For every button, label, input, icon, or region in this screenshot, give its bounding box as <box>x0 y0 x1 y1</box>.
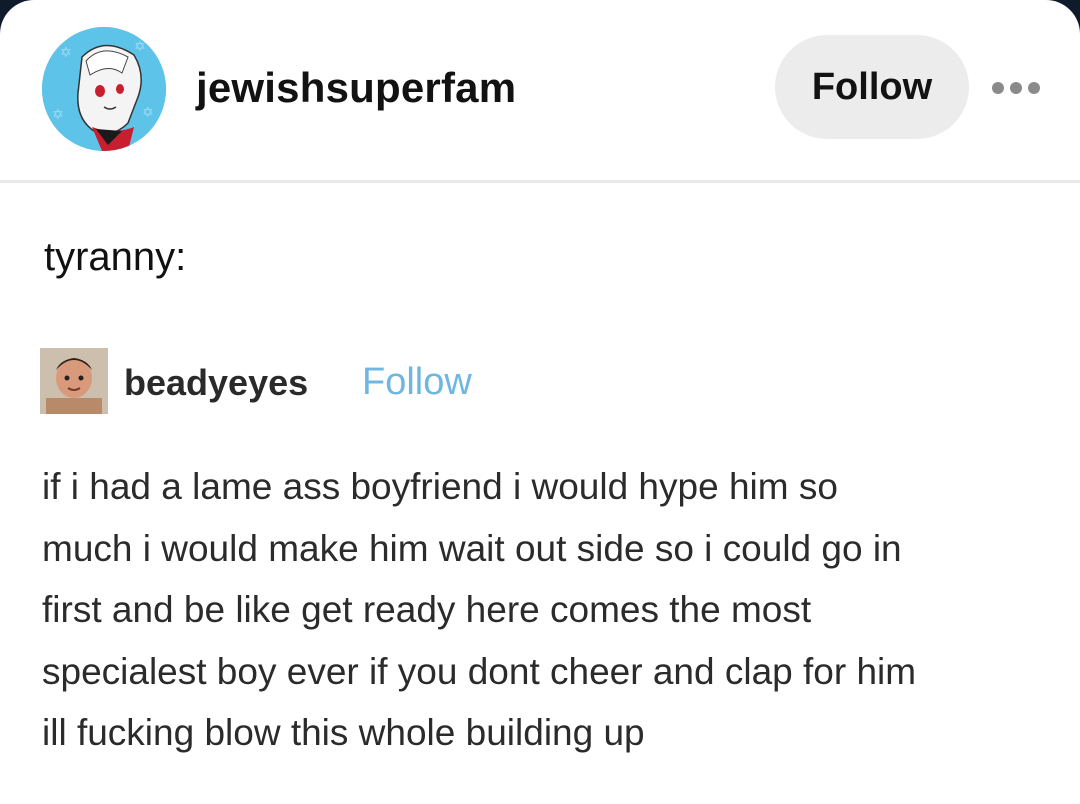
body-text-line: specialest boy ever if you dont cheer an… <box>42 650 917 692</box>
header-divider <box>0 180 1080 183</box>
follow-button[interactable]: Follow <box>775 35 969 139</box>
body-text-line: ill fucking blow this whole building up <box>42 712 645 753</box>
author-avatar[interactable]: ✡ ✡ ✡ ✡ <box>42 27 166 151</box>
post-card: ✡ ✡ ✡ ✡ jewishsuperfam Follow tyranny: b… <box>0 0 1080 804</box>
post-caption: tyranny: <box>44 235 187 279</box>
post-header: ✡ ✡ ✡ ✡ jewishsuperfam Follow <box>0 0 1080 180</box>
author-username[interactable]: jewishsuperfam <box>196 64 516 112</box>
reblog-body-text: if i had a lame ass boyfriend i would hy… <box>42 456 1072 764</box>
svg-text:✡: ✡ <box>52 107 64 123</box>
svg-text:✡: ✡ <box>134 39 146 55</box>
photo-avatar-icon <box>40 348 108 414</box>
body-text-line: if i had a lame ass boyfriend i would hy… <box>42 466 838 507</box>
body-text-line: much i would make him wait out side so i… <box>42 527 902 569</box>
body-text-line: first and be like get ready here comes t… <box>42 589 812 630</box>
anime-character-avatar-icon: ✡ ✡ ✡ ✡ <box>42 27 166 151</box>
reblog-username[interactable]: beadyeyes <box>124 362 308 404</box>
svg-text:✡: ✡ <box>60 45 72 61</box>
reblog-follow-link[interactable]: Follow <box>362 361 472 404</box>
ellipsis-icon <box>992 82 1040 94</box>
more-options-button[interactable] <box>988 68 1044 108</box>
svg-text:✡: ✡ <box>142 105 154 121</box>
reblog-avatar[interactable] <box>40 348 108 414</box>
